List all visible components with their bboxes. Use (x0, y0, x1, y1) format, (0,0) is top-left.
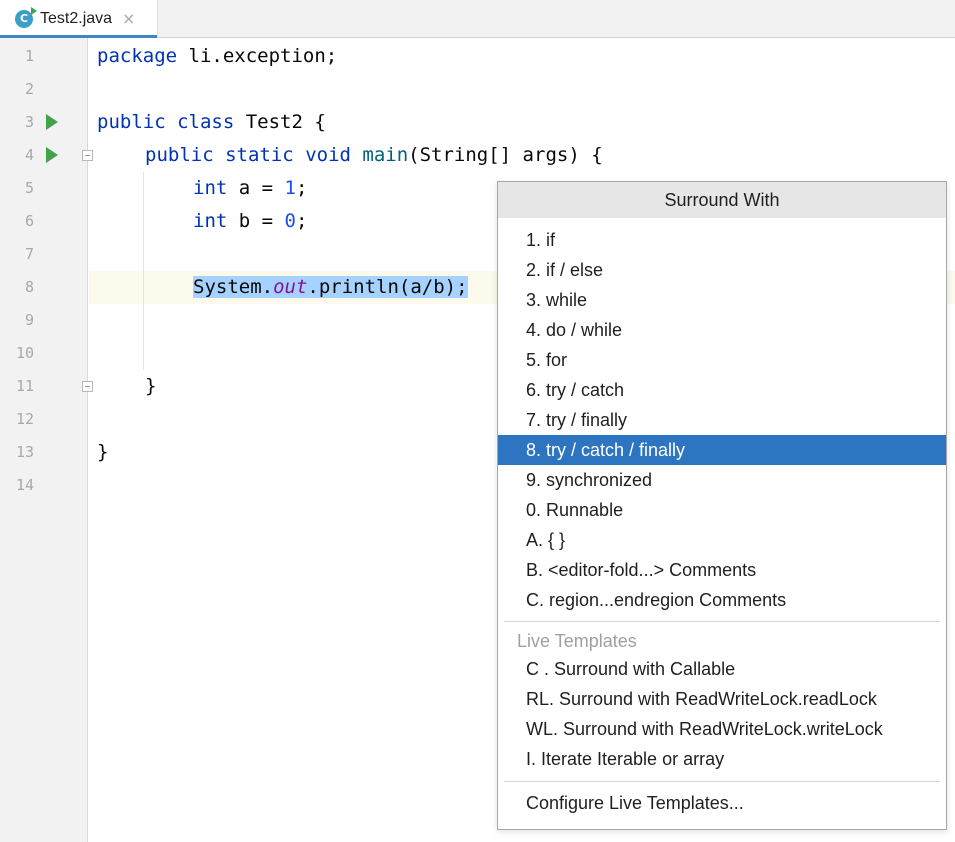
close-icon[interactable]: × (122, 9, 135, 28)
surround-option-try-catch-finally[interactable]: 8. try / catch / finally (498, 435, 946, 465)
code-line-4: public static void main(String[] args) { (145, 144, 603, 166)
surround-options-list: 1. if 2. if / else 3. while 4. do / whil… (498, 218, 946, 615)
line-number: 11 (15, 377, 34, 395)
line-number: 14 (15, 476, 34, 494)
code-line-8-selected: System.out.println(a/b); (193, 271, 468, 304)
code-line-6: int b = 0; (193, 210, 308, 232)
line-number: 6 (24, 212, 34, 230)
line-number: 5 (24, 179, 34, 197)
live-template-callable[interactable]: C . Surround with Callable (498, 654, 946, 684)
live-template-writelock[interactable]: WL. Surround with ReadWriteLock.writeLoc… (498, 714, 946, 744)
line-number: 8 (24, 278, 34, 296)
surround-option-braces[interactable]: A. { } (498, 525, 946, 555)
surround-option-if-else[interactable]: 2. if / else (498, 255, 946, 285)
runnable-badge-icon (31, 6, 37, 15)
line-number: 13 (15, 443, 34, 461)
line-number: 12 (15, 410, 34, 428)
line-number: 10 (15, 344, 34, 362)
line-number: 3 (24, 113, 34, 131)
popup-separator (504, 621, 940, 622)
surround-option-for[interactable]: 5. for (498, 345, 946, 375)
popup-title: Surround With (498, 182, 946, 218)
line-number: 1 (24, 47, 34, 65)
code-line-5: int a = 1; (193, 177, 308, 199)
surround-option-try-finally[interactable]: 7. try / finally (498, 405, 946, 435)
java-class-icon: C (15, 6, 37, 28)
text-selection: System.out.println(a/b); (193, 276, 468, 298)
editor-gutter: 1 2 3 4 5 6 7 8 9 10 11 12 13 14 (0, 38, 93, 842)
surround-option-try-catch[interactable]: 6. try / catch (498, 375, 946, 405)
code-line-11: } (145, 375, 157, 397)
tab-test2-java[interactable]: C Test2.java × (0, 0, 158, 38)
indent-guide (143, 172, 144, 370)
surround-option-runnable[interactable]: 0. Runnable (498, 495, 946, 525)
line-number: 7 (24, 245, 34, 263)
line-number: 9 (24, 311, 34, 329)
live-template-iterate[interactable]: I. Iterate Iterable or array (498, 744, 946, 774)
popup-separator (504, 781, 940, 782)
editor-tab-bar: C Test2.java × (0, 0, 955, 38)
code-line-1: package li.exception; (97, 45, 338, 67)
surround-option-synchronized[interactable]: 9. synchronized (498, 465, 946, 495)
run-class-icon[interactable] (46, 114, 58, 130)
code-line-3: public class Test2 { (97, 111, 326, 133)
surround-option-do-while[interactable]: 4. do / while (498, 315, 946, 345)
surround-option-editor-fold[interactable]: B. <editor-fold...> Comments (498, 555, 946, 585)
surround-with-popup: Surround With 1. if 2. if / else 3. whil… (497, 181, 947, 830)
surround-option-while[interactable]: 3. while (498, 285, 946, 315)
live-template-readlock[interactable]: RL. Surround with ReadWriteLock.readLock (498, 684, 946, 714)
line-number: 4 (24, 146, 34, 164)
live-templates-header: Live Templates (517, 631, 637, 651)
surround-option-region[interactable]: C. region...endregion Comments (498, 585, 946, 615)
line-number: 2 (24, 80, 34, 98)
run-main-icon[interactable] (46, 147, 58, 163)
configure-live-templates-button[interactable]: Configure Live Templates... (498, 788, 946, 818)
tab-title: Test2.java (40, 9, 113, 27)
surround-option-if[interactable]: 1. if (498, 225, 946, 255)
code-line-13: } (97, 441, 109, 463)
